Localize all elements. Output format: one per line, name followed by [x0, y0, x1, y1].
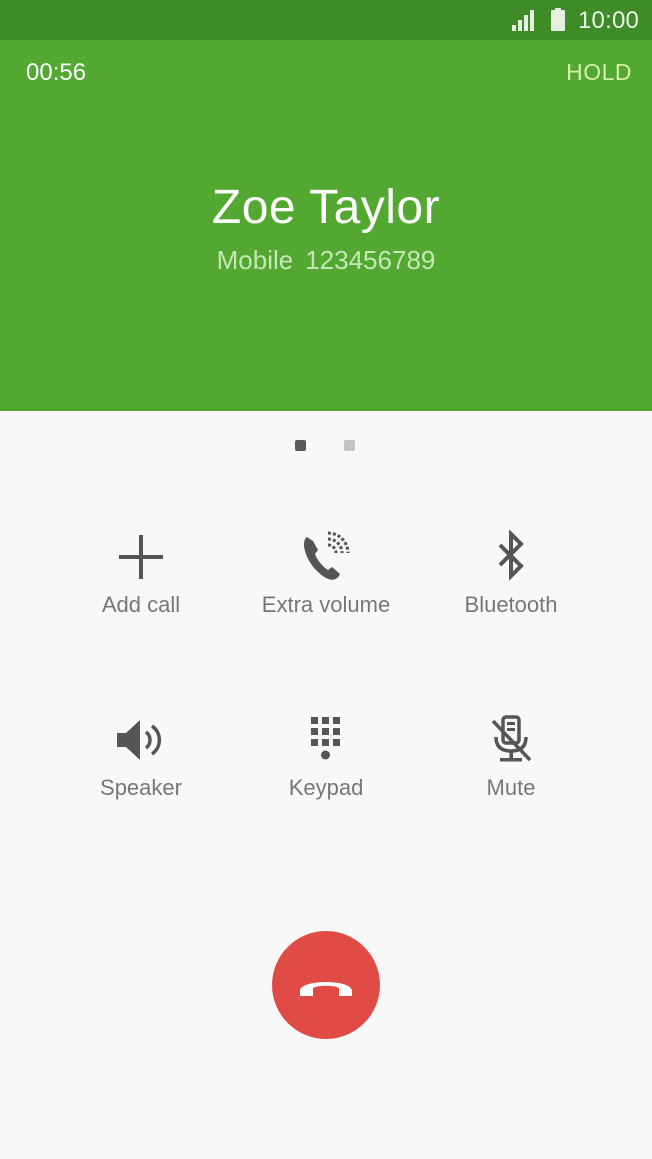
page-dot-inactive[interactable]	[344, 440, 355, 451]
keypad-icon	[296, 713, 356, 767]
signal-icon	[512, 10, 534, 31]
extra-volume-icon	[296, 530, 356, 584]
battery-icon	[551, 8, 565, 31]
phone-number: 123456789	[305, 245, 436, 275]
call-timer: 00:56	[26, 59, 87, 86]
bluetooth-button[interactable]: Bluetooth	[418, 530, 604, 640]
extra-volume-label: Extra volume	[261, 592, 391, 617]
speaker-label: Speaker	[100, 775, 182, 800]
contact-number-line: Mobile 123456789	[0, 245, 652, 276]
mute-button[interactable]: Mute	[418, 713, 604, 823]
page-dot-active	[295, 440, 306, 451]
end-call-button[interactable]	[272, 931, 380, 1039]
bluetooth-icon	[481, 530, 541, 584]
mute-label: Mute	[486, 775, 536, 800]
hold-button[interactable]: HOLD	[566, 59, 632, 86]
add-call-button[interactable]: Add call	[48, 530, 234, 640]
number-type: Mobile	[216, 245, 294, 275]
status-bar: 10:00	[0, 0, 652, 40]
bluetooth-label: Bluetooth	[464, 592, 558, 617]
mute-icon	[481, 713, 541, 767]
plus-icon	[111, 530, 171, 584]
end-call-icon	[300, 982, 352, 996]
add-call-label: Add call	[101, 592, 181, 617]
speaker-icon	[111, 713, 171, 767]
keypad-label: Keypad	[288, 775, 364, 800]
status-time: 10:00	[578, 7, 640, 34]
keypad-button[interactable]: Keypad	[233, 713, 419, 823]
extra-volume-button[interactable]: Extra volume	[233, 530, 419, 640]
call-header: 00:56 HOLD Zoe Taylor Mobile 123456789	[0, 40, 652, 411]
contact-name: Zoe Taylor	[211, 181, 441, 234]
speaker-button[interactable]: Speaker	[48, 713, 234, 823]
